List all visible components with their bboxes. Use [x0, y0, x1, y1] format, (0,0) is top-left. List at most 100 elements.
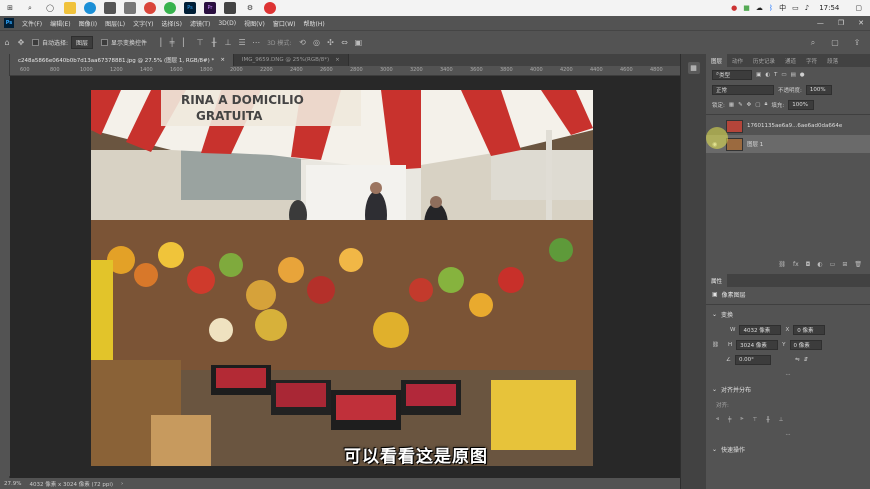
y-input[interactable]: 0 像素 — [789, 339, 822, 350]
lock-all-icon[interactable]: 🔒︎ — [764, 101, 767, 108]
wechat-icon[interactable] — [164, 2, 176, 14]
link-dimensions-icon[interactable]: ⛓ — [712, 342, 724, 348]
fill-input[interactable]: 100% — [788, 99, 815, 110]
tab-history[interactable]: 历史记录 — [748, 54, 780, 67]
align-vcenter-icon[interactable]: ╫ — [766, 417, 769, 423]
tab-current-document[interactable]: c248a5866e0640b0b7d13aa67378881.jpg @ 27… — [10, 54, 234, 66]
3d-scale-icon[interactable]: ▣ — [353, 38, 363, 48]
recorder-icon[interactable] — [264, 2, 276, 14]
notification-icon[interactable]: ▢ — [855, 4, 862, 12]
show-transform-option[interactable]: 显示变换控件 — [101, 38, 147, 47]
layer-name[interactable]: 图层 1 — [747, 140, 763, 148]
add-mask-icon[interactable]: ◘ — [806, 261, 811, 268]
menu-filter[interactable]: 滤镜(T) — [186, 19, 214, 28]
distribute-icon[interactable]: ☰ — [237, 38, 247, 48]
settings-icon[interactable]: ⚙ — [244, 2, 256, 14]
flip-vertical-icon[interactable]: ⇵ — [804, 357, 809, 363]
menu-layer[interactable]: 图层(L) — [101, 19, 129, 28]
lock-artboard-icon[interactable]: ▢ — [755, 102, 760, 108]
clock[interactable]: 17:54 — [819, 4, 839, 12]
menu-type[interactable]: 文字(Y) — [129, 19, 157, 28]
align-top-icon[interactable]: ⊤ — [753, 417, 758, 423]
task-view-icon[interactable]: ◯ — [44, 2, 56, 14]
layer-row-smart-object[interactable]: 17601135ae6a9...6ae6ad0da664e — [706, 117, 870, 135]
layer-row-layer1[interactable]: ◉ 图层 1 — [706, 135, 870, 153]
more-options-icon[interactable]: ⋯ — [251, 38, 261, 48]
tray-cloud-icon[interactable]: ☁ — [756, 4, 763, 12]
layer-filter-dropdown[interactable]: ⌕ 类型 — [712, 69, 752, 80]
windows-start-icon[interactable]: ⊞ — [4, 2, 16, 14]
adjustment-layer-icon[interactable]: ◐ — [817, 261, 822, 268]
align-hcenter-icon[interactable]: ╪ — [728, 417, 731, 423]
align-right-icon[interactable]: ⫸ — [740, 416, 743, 423]
restore-icon[interactable]: ❐ — [838, 19, 844, 27]
filter-adjust-icon[interactable]: ◐ — [765, 72, 770, 78]
align-middle-icon[interactable]: ╫ — [209, 38, 219, 48]
tray-network-icon[interactable]: ▭ — [792, 4, 799, 12]
share-icon[interactable]: ⇪ — [852, 38, 862, 48]
menu-help[interactable]: 帮助(H) — [300, 19, 329, 28]
chrome-icon[interactable] — [144, 2, 156, 14]
align-center-icon[interactable]: ╪ — [167, 38, 177, 48]
opacity-input[interactable]: 100% — [805, 84, 832, 95]
transform-section[interactable]: ⌄ 变换 — [706, 307, 870, 322]
more-transform-row[interactable]: ··· — [706, 367, 870, 382]
close-icon[interactable]: × — [335, 57, 340, 63]
trash-icon[interactable]: 🗑︎ — [854, 261, 862, 268]
auto-select-option[interactable]: 自动选择: 图层 — [32, 36, 94, 49]
menu-3d[interactable]: 3D(D) — [214, 20, 240, 27]
file-explorer-icon[interactable] — [64, 2, 76, 14]
chevron-down-icon[interactable]: ⌄ — [712, 386, 717, 393]
tray-ime-icon[interactable]: 中 — [779, 3, 786, 13]
new-layer-icon[interactable]: ⊞ — [842, 261, 847, 268]
lock-paint-icon[interactable]: ✎ — [738, 102, 743, 108]
align-left-icon[interactable]: ▕ — [153, 38, 163, 48]
menu-view[interactable]: 视图(V) — [240, 19, 269, 28]
3d-slide-icon[interactable]: ⇔ — [339, 38, 349, 48]
edge-icon[interactable] — [84, 2, 96, 14]
premiere-icon[interactable]: Pr — [204, 2, 216, 14]
x-input[interactable]: 0 像素 — [793, 324, 826, 335]
align-top-icon[interactable]: ⊤ — [195, 38, 205, 48]
tab-actions[interactable]: 动作 — [727, 54, 748, 67]
3d-pan-icon[interactable]: ✣ — [325, 38, 335, 48]
3d-rotate-icon[interactable]: ⟲ — [297, 38, 307, 48]
link-layers-icon[interactable]: ⛓ — [778, 261, 786, 268]
tray-bluetooth-icon[interactable]: ᛒ — [769, 4, 773, 12]
filter-shape-icon[interactable]: ▭ — [781, 72, 786, 78]
tab-layers[interactable]: 图层 — [706, 54, 728, 67]
tray-record-icon[interactable]: ● — [731, 4, 737, 12]
filter-pixel-icon[interactable]: ▣ — [756, 72, 761, 78]
more-icon[interactable]: ··· — [785, 372, 790, 378]
minimize-icon[interactable]: — — [817, 19, 824, 27]
close-icon[interactable]: ✕ — [858, 19, 864, 27]
filter-toggle-icon[interactable]: ● — [800, 72, 805, 78]
close-icon[interactable]: × — [220, 57, 225, 63]
layer-name[interactable]: 17601135ae6a9...6ae6ad0da664e — [747, 123, 842, 129]
menu-file[interactable]: 文件(F) — [18, 19, 46, 28]
menu-edit[interactable]: 编辑(E) — [46, 19, 74, 28]
align-section[interactable]: ⌄ 对齐并分布 — [706, 382, 870, 397]
tab-paragraph[interactable]: 段落 — [822, 54, 843, 67]
menu-select[interactable]: 选择(S) — [157, 19, 186, 28]
home-icon[interactable]: ⌂ — [2, 38, 12, 48]
filter-smart-icon[interactable]: ▤ — [791, 72, 796, 78]
photoshop-icon[interactable]: Ps — [184, 2, 196, 14]
store-icon[interactable] — [104, 2, 116, 14]
width-input[interactable]: 4032 像素 — [739, 324, 782, 335]
show-transform-checkbox[interactable] — [101, 39, 109, 46]
audition-icon[interactable] — [224, 2, 236, 14]
search-icon[interactable]: ⌕ — [24, 2, 36, 14]
more-align-row[interactable]: ··· — [706, 427, 870, 442]
chevron-down-icon[interactable]: ⌄ — [712, 311, 717, 318]
tray-nvidia-icon[interactable]: ■ — [743, 4, 750, 12]
mail-icon[interactable] — [124, 2, 136, 14]
workspace-icon[interactable]: ▢ — [830, 38, 840, 48]
chevron-right-icon[interactable]: › — [121, 481, 123, 487]
align-right-icon[interactable]: ▏ — [181, 38, 191, 48]
tab-properties[interactable]: 属性 — [706, 274, 728, 287]
zoom-level[interactable]: 27.9% — [4, 481, 21, 487]
flip-horizontal-icon[interactable]: ⇋ — [795, 357, 800, 363]
align-bottom-icon[interactable]: ⊥ — [223, 38, 233, 48]
tray-volume-icon[interactable]: ♪ — [805, 4, 809, 12]
